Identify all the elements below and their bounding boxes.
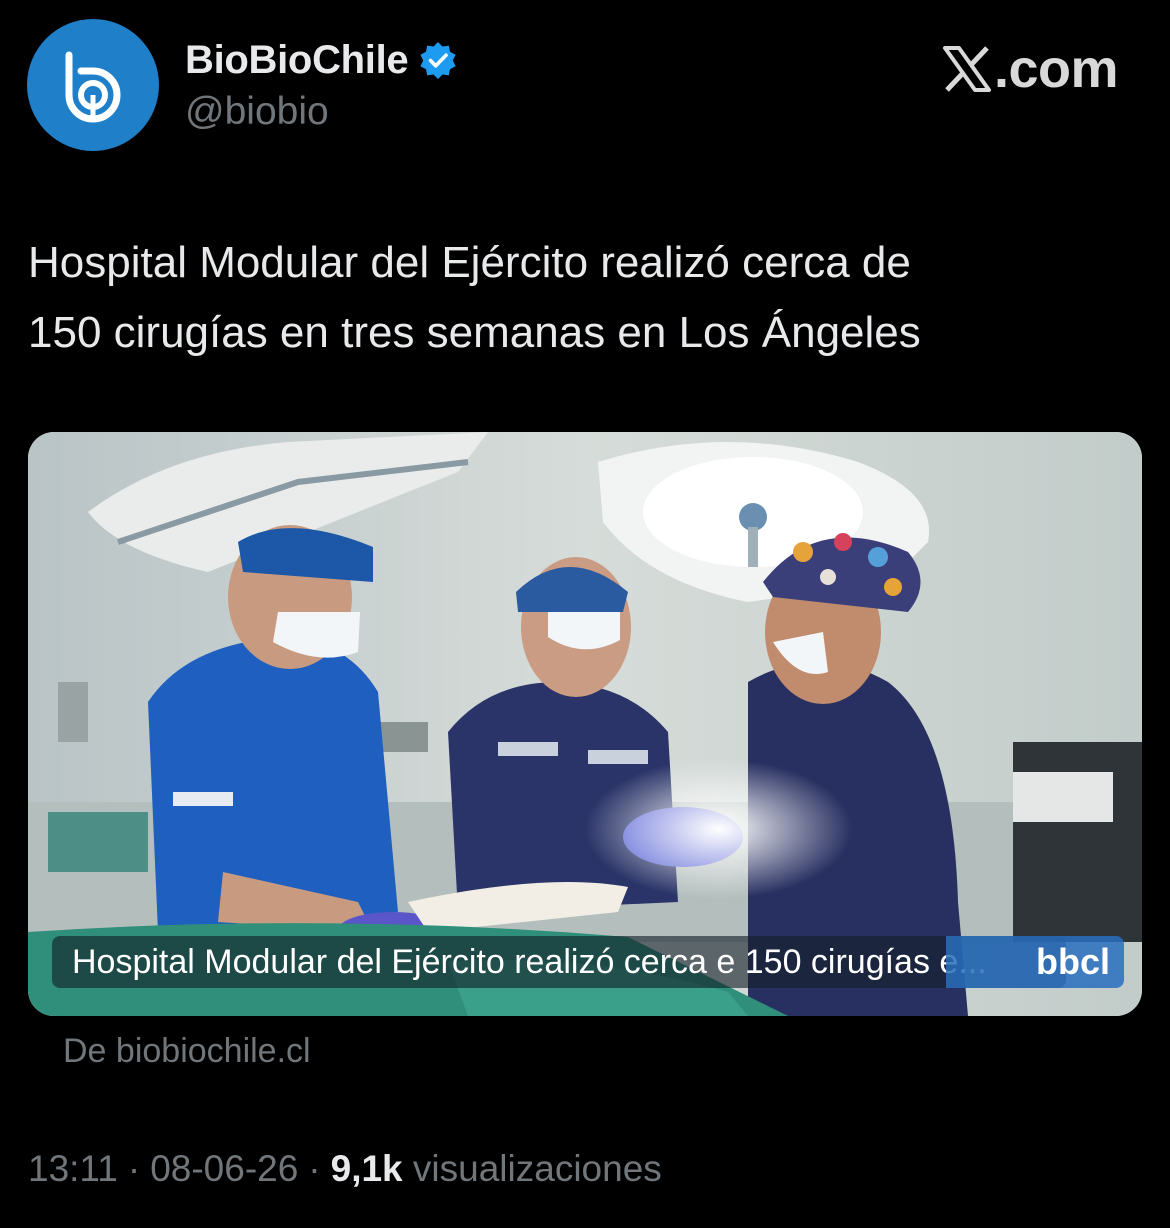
author-name-row[interactable]: BioBioChile — [185, 34, 458, 86]
bbcl-logo-text: bbcl — [1035, 941, 1110, 982]
x-logo-icon — [942, 46, 991, 92]
author-display-name[interactable]: BioBioChile — [185, 38, 409, 83]
link-card-caption: Hospital Modular del Ejército realizó ce… — [52, 936, 1066, 988]
tweet-date[interactable]: 08-06-26 — [150, 1148, 298, 1189]
tweet-time[interactable]: 13:11 — [28, 1148, 118, 1189]
link-card-source[interactable]: De biobiochile.cl — [63, 1032, 311, 1071]
x-com-text: .com — [993, 39, 1119, 99]
surgery-photo — [28, 432, 1142, 1016]
tweet-text: Hospital Modular del Ejército realizó ce… — [28, 228, 1128, 368]
x-com-branding: .com — [942, 38, 1119, 100]
views-label: visualizaciones — [412, 1148, 662, 1189]
meta-separator: · — [308, 1148, 321, 1189]
verified-badge-icon — [420, 42, 456, 79]
bbcl-logo: bbcl — [946, 936, 1124, 988]
avatar[interactable] — [27, 19, 159, 151]
tweet-text-line-1: Hospital Modular del Ejército realizó ce… — [28, 238, 911, 287]
tweet-text-line-2: 150 cirugías en tres semanas en Los Ánge… — [28, 308, 921, 357]
author-handle[interactable]: @biobio — [185, 90, 329, 134]
biobio-logo-icon — [65, 51, 121, 123]
tweet-meta: 13:11 · 08-06-26 · 9,1k visualizaciones — [28, 1148, 662, 1190]
views-count: 9,1k — [330, 1148, 403, 1189]
meta-separator: · — [127, 1148, 141, 1189]
link-card[interactable]: Hospital Modular del Ejército realizó ce… — [28, 432, 1142, 1016]
